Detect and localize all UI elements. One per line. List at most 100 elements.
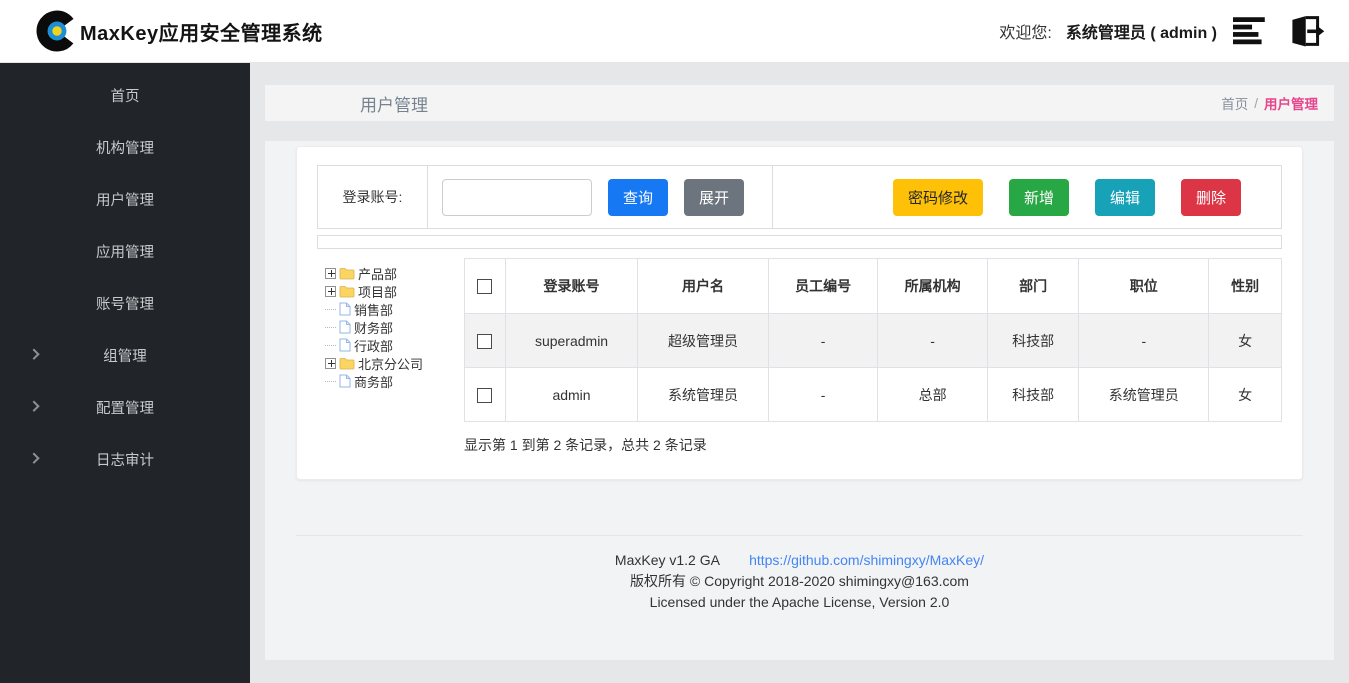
sidebar-item-6[interactable]: 组管理 <box>0 329 250 381</box>
tree-node[interactable]: 商务部 <box>325 372 460 390</box>
column-header: 员工编号 <box>768 259 877 314</box>
tree-node-label[interactable]: 财务部 <box>354 318 393 337</box>
search-toolbar: 登录账号: 查询 展开 密码修改 新增 编辑 删除 <box>317 165 1282 229</box>
main-content: 用户管理 首页 / 用户管理 登录账号: 查询 展开 密码修改 新增 编辑 删 <box>250 63 1349 683</box>
file-icon <box>339 320 351 334</box>
sidebar-item-5[interactable]: 账号管理 <box>0 277 250 329</box>
sidebar-item-7[interactable]: 配置管理 <box>0 381 250 433</box>
tree-node[interactable]: 财务部 <box>325 318 460 336</box>
expand-button[interactable]: 展开 <box>684 179 744 216</box>
org-tree: 产品部项目部销售部财务部行政部北京分公司商务部 <box>317 258 464 455</box>
users-table: 登录账号用户名员工编号所属机构部门职位性别 superadmin超级管理员--科… <box>464 258 1282 422</box>
chevron-right-icon <box>28 453 39 464</box>
table-cell: - <box>768 368 877 422</box>
sidebar-item-4[interactable]: 应用管理 <box>0 225 250 277</box>
menu-list-icon[interactable] <box>1233 17 1269 45</box>
folder-icon <box>339 267 355 280</box>
tree-connector <box>325 345 336 346</box>
table-cell: - <box>1079 314 1209 368</box>
panel-container: 登录账号: 查询 展开 密码修改 新增 编辑 删除 产品部项目部销售部财务部行政… <box>265 141 1334 660</box>
search-label: 登录账号: <box>318 166 428 228</box>
breadcrumb-bar: 用户管理 首页 / 用户管理 <box>265 85 1334 121</box>
tree-node-label[interactable]: 行政部 <box>354 336 393 355</box>
table-cell: 超级管理员 <box>638 314 769 368</box>
sidebar-item-1[interactable]: 首页 <box>0 69 250 121</box>
table-cell: 系统管理员 <box>638 368 769 422</box>
column-header: 登录账号 <box>505 259 637 314</box>
tree-node[interactable]: 销售部 <box>325 300 460 318</box>
tree-node-label[interactable]: 商务部 <box>354 372 393 391</box>
tree-node[interactable]: 项目部 <box>325 282 460 300</box>
row-checkbox[interactable] <box>477 388 492 403</box>
brand: MaxKey应用安全管理系统 <box>36 10 323 52</box>
table-row[interactable]: admin系统管理员-总部科技部系统管理员女 <box>465 368 1282 422</box>
table-body: superadmin超级管理员--科技部-女admin系统管理员-总部科技部系统… <box>465 314 1282 422</box>
tree-expander-icon[interactable] <box>325 268 336 279</box>
footer-copyright: 版权所有 © Copyright 2018-2020 shimingxy@163… <box>296 571 1303 592</box>
sidebar-item-label: 用户管理 <box>96 189 154 210</box>
folder-icon <box>339 285 355 298</box>
edit-button[interactable]: 编辑 <box>1095 179 1155 216</box>
sidebar-item-label: 组管理 <box>103 345 147 366</box>
sidebar-item-2[interactable]: 机构管理 <box>0 121 250 173</box>
table-header-row: 登录账号用户名员工编号所属机构部门职位性别 <box>465 259 1282 314</box>
welcome-label: 欢迎您: <box>999 19 1051 43</box>
folder-icon <box>339 357 355 370</box>
row-checkbox[interactable] <box>477 334 492 349</box>
sidebar-item-label: 首页 <box>111 85 140 106</box>
breadcrumb: 首页 / 用户管理 <box>1221 93 1318 113</box>
tree-node[interactable]: 北京分公司 <box>325 354 460 372</box>
sidebar-menu: 首页机构管理用户管理应用管理账号管理组管理配置管理日志审计 <box>0 63 250 683</box>
footer-license: Licensed under the Apache License, Versi… <box>296 592 1303 613</box>
delete-button[interactable]: 删除 <box>1181 179 1241 216</box>
table-cell: admin <box>505 368 637 422</box>
tree-node-label[interactable]: 项目部 <box>358 282 397 301</box>
footer-github-link[interactable]: https://github.com/shimingxy/MaxKey/ <box>749 552 984 568</box>
breadcrumb-current: 用户管理 <box>1264 93 1318 113</box>
footer-version: MaxKey v1.2 GA <box>615 552 719 568</box>
page-title: 用户管理 <box>360 91 428 116</box>
tree-connector <box>325 309 336 310</box>
table-cell: 女 <box>1209 368 1282 422</box>
column-header: 职位 <box>1079 259 1209 314</box>
advanced-search-collapsed-panel <box>317 235 1282 249</box>
file-icon <box>339 374 351 388</box>
current-user: 系统管理员 ( admin ) <box>1066 19 1217 43</box>
footer-divider <box>296 535 1303 536</box>
password-modify-button[interactable]: 密码修改 <box>893 179 983 216</box>
add-button[interactable]: 新增 <box>1009 179 1069 216</box>
breadcrumb-home-link[interactable]: 首页 <box>1221 93 1248 113</box>
table-cell: 总部 <box>878 368 987 422</box>
chevron-right-icon <box>28 401 39 412</box>
tree-node-label[interactable]: 产品部 <box>358 264 397 283</box>
table-cell: 系统管理员 <box>1079 368 1209 422</box>
maxkey-logo-icon <box>36 10 78 52</box>
tree-node-label[interactable]: 销售部 <box>354 300 393 319</box>
login-account-input[interactable] <box>442 179 592 216</box>
table-cell: - <box>878 314 987 368</box>
tree-node[interactable]: 行政部 <box>325 336 460 354</box>
tree-connector <box>325 381 336 382</box>
logout-icon[interactable] <box>1285 14 1325 48</box>
column-header: 所属机构 <box>878 259 987 314</box>
file-icon <box>339 302 351 316</box>
tree-expander-icon[interactable] <box>325 358 336 369</box>
tree-node[interactable]: 产品部 <box>325 264 460 282</box>
tree-connector <box>325 327 336 328</box>
column-header: 性别 <box>1209 259 1282 314</box>
chevron-right-icon <box>28 349 39 360</box>
sidebar-item-8[interactable]: 日志审计 <box>0 433 250 485</box>
query-button[interactable]: 查询 <box>608 179 668 216</box>
user-management-card: 登录账号: 查询 展开 密码修改 新增 编辑 删除 产品部项目部销售部财务部行政… <box>296 146 1303 480</box>
column-header: 部门 <box>987 259 1079 314</box>
tree-node-label[interactable]: 北京分公司 <box>358 354 423 373</box>
tree-expander-icon[interactable] <box>325 286 336 297</box>
column-header: 用户名 <box>638 259 769 314</box>
sidebar-item-3[interactable]: 用户管理 <box>0 173 250 225</box>
records-info: 显示第 1 到第 2 条记录，总共 2 条记录 <box>464 435 1282 455</box>
table-row[interactable]: superadmin超级管理员--科技部-女 <box>465 314 1282 368</box>
sidebar-item-label: 配置管理 <box>96 397 154 418</box>
sidebar-item-label: 应用管理 <box>96 241 154 262</box>
app-title: MaxKey应用安全管理系统 <box>80 17 323 46</box>
select-all-checkbox[interactable] <box>477 279 492 294</box>
